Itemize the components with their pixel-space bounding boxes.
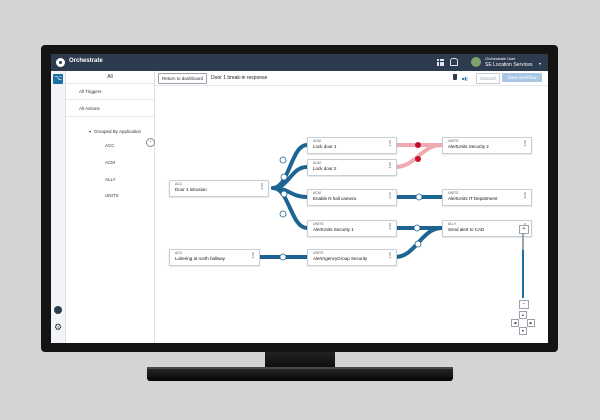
kebab-menu-icon[interactable]: ⋮ bbox=[387, 253, 393, 259]
zoom-in-button[interactable]: + bbox=[519, 225, 529, 234]
node-enable-n-hall-camera[interactable]: ACM Enable N hall camera ⋮ bbox=[307, 189, 397, 206]
node-title: Enable N hall camera bbox=[313, 196, 357, 201]
node-door-1-intrusion[interactable]: ACC Door 1 intrusion ⋮ bbox=[169, 180, 269, 197]
node-application: UNITS bbox=[448, 139, 459, 143]
node-application: ACC bbox=[175, 251, 183, 255]
connector-handle bbox=[280, 173, 288, 181]
kebab-menu-icon[interactable]: ⋮ bbox=[522, 141, 528, 147]
node-title: AlertUnits Security 2 bbox=[448, 144, 489, 149]
kebab-menu-icon[interactable]: ⋮ bbox=[522, 193, 528, 199]
connection-lock2-sec2 bbox=[393, 143, 444, 169]
connector-handle bbox=[279, 156, 287, 164]
monitor-stand-highlight bbox=[147, 367, 453, 369]
node-title: AlertAgencyGroup Security bbox=[313, 256, 368, 261]
monitor-stand-neck bbox=[265, 352, 335, 368]
node-title: AlertUnits IT Department bbox=[448, 196, 498, 201]
zoom-slider-fill[interactable] bbox=[522, 250, 524, 298]
node-title: Loitering at north hallway bbox=[175, 256, 226, 261]
monitor-frame: Orchestrate Orchestrate User SE Location… bbox=[41, 45, 558, 352]
app-window: Orchestrate Orchestrate User SE Location… bbox=[51, 54, 548, 343]
connector-handle bbox=[279, 253, 287, 261]
node-application: ACM bbox=[313, 161, 321, 165]
connector-handle bbox=[413, 224, 421, 232]
zoom-out-button[interactable]: − bbox=[519, 300, 529, 309]
connector-handle bbox=[415, 193, 423, 201]
node-alertunits-security-1[interactable]: UNITS AlertUnits Security 1 ⋮ bbox=[307, 220, 397, 237]
node-title: Lock door 1 bbox=[313, 144, 337, 149]
pan-up-button[interactable]: ▲ bbox=[519, 311, 527, 319]
node-title: Lock door 2 bbox=[313, 166, 337, 171]
monitor-stand-base bbox=[147, 367, 453, 381]
kebab-menu-icon[interactable]: ⋮ bbox=[387, 193, 393, 199]
connector-handle bbox=[414, 240, 422, 248]
pan-down-button[interactable]: ▼ bbox=[519, 327, 527, 335]
error-connector-handle bbox=[415, 156, 421, 162]
node-application: ACM bbox=[313, 139, 321, 143]
connector-handle bbox=[280, 190, 288, 198]
node-title: Send alert to CAD bbox=[448, 227, 485, 232]
node-alertunits-security-2[interactable]: UNITS AlertUnits Security 2 ⋮ bbox=[442, 137, 532, 154]
kebab-menu-icon[interactable]: ⋮ bbox=[387, 224, 393, 230]
node-title: AlertUnits Security 1 bbox=[313, 227, 354, 232]
kebab-menu-icon[interactable]: ⋮ bbox=[259, 184, 265, 190]
pan-left-button[interactable]: ◀ bbox=[511, 319, 519, 327]
node-title: Door 1 intrusion bbox=[175, 187, 207, 192]
node-application: ACM bbox=[313, 191, 321, 195]
node-alertagencygroup-security[interactable]: UNITS AlertAgencyGroup Security ⋮ bbox=[307, 249, 397, 266]
kebab-menu-icon[interactable]: ⋮ bbox=[387, 141, 393, 147]
node-alertunits-it-department[interactable]: UNITS AlertUnits IT Department ⋮ bbox=[442, 189, 532, 206]
node-lock-door-2[interactable]: ACM Lock door 2 ⋮ bbox=[307, 159, 397, 176]
node-application: UNITS bbox=[313, 251, 324, 255]
node-application: UNITS bbox=[448, 191, 459, 195]
node-lock-door-1[interactable]: ACM Lock door 1 ⋮ bbox=[307, 137, 397, 154]
error-connector-handle bbox=[415, 142, 421, 148]
node-application: ACC bbox=[175, 182, 183, 186]
node-loitering-at-north-hallway[interactable]: ACC Loitering at north hallway ⋮ bbox=[169, 249, 260, 266]
connector-handle bbox=[279, 210, 287, 218]
node-application: ALLY bbox=[448, 222, 457, 226]
kebab-menu-icon[interactable]: ⋮ bbox=[250, 253, 256, 259]
node-application: UNITS bbox=[313, 222, 324, 226]
kebab-menu-icon[interactable]: ⋮ bbox=[387, 163, 393, 169]
pan-right-button[interactable]: ▶ bbox=[527, 319, 535, 327]
